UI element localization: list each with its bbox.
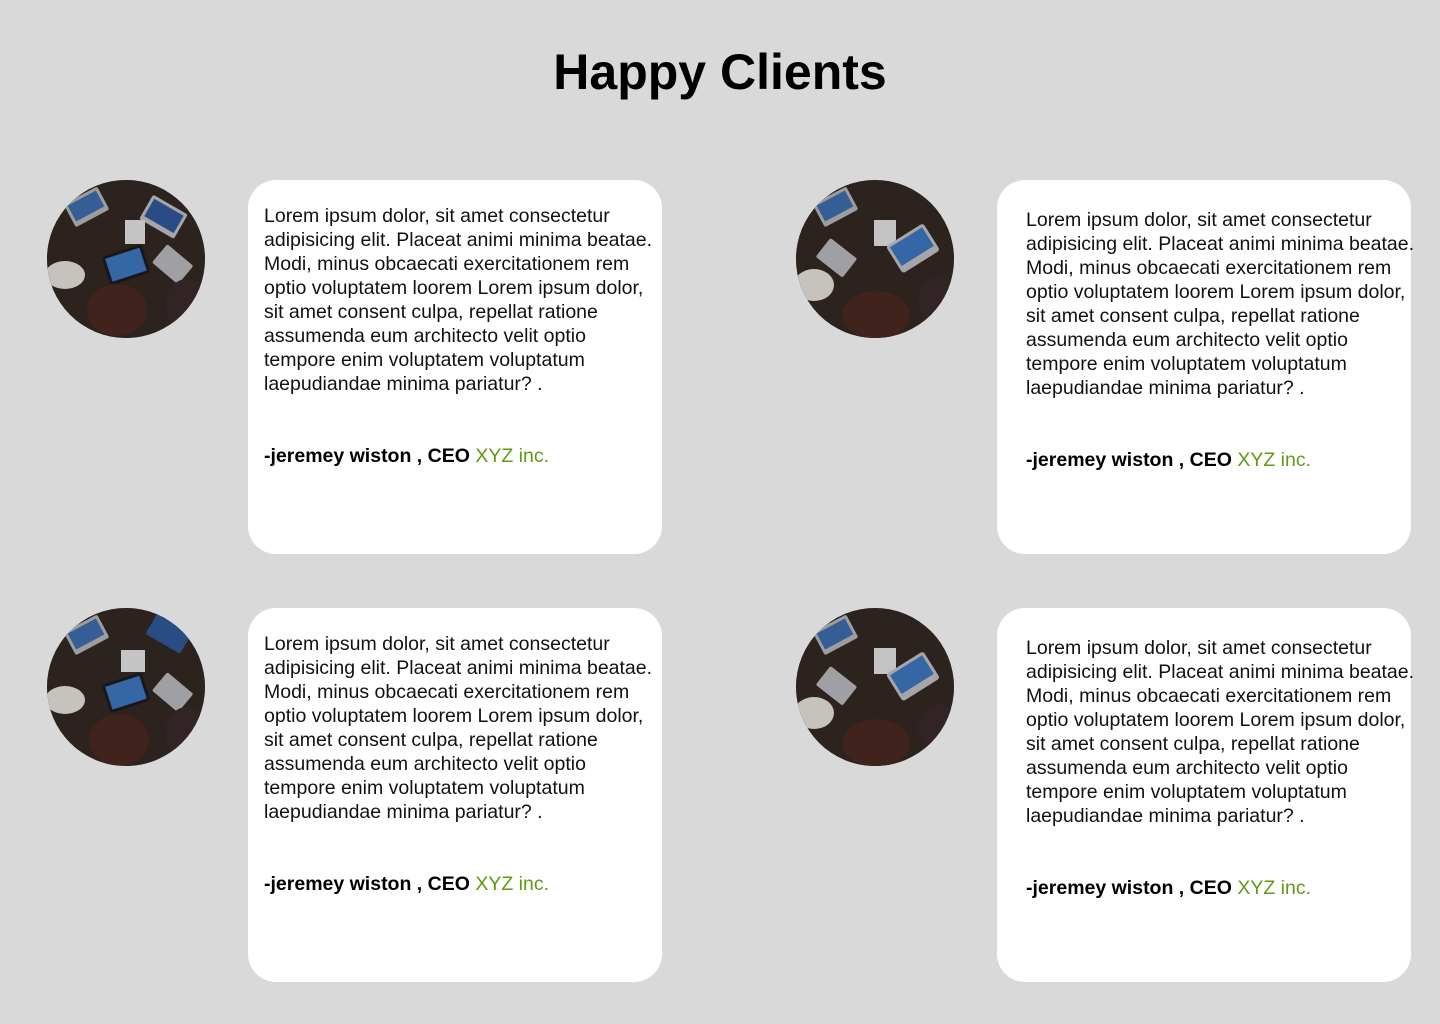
client-avatar [796, 180, 954, 338]
testimonial-card: Lorem ipsum dolor, sit amet consectetur … [248, 608, 662, 982]
testimonial-text: Lorem ipsum dolor, sit amet consectetur … [264, 633, 653, 823]
testimonial-card: Lorem ipsum dolor, sit amet consectetur … [248, 180, 662, 554]
author-company: XYZ inc. [1237, 449, 1312, 471]
client-photo [47, 180, 205, 338]
client-photo [796, 608, 954, 766]
testimonial-card: Lorem ipsum dolor, sit amet consectetur … [997, 608, 1414, 982]
author-company: XYZ inc. [1237, 877, 1312, 899]
client-avatar [796, 608, 954, 766]
author-name: -jeremey wiston , CEO [1026, 877, 1232, 899]
author-company: XYZ inc. [475, 873, 550, 895]
client-photo [796, 180, 954, 338]
testimonial-author-line: -jeremey wiston , CEO XYZ inc. [264, 444, 549, 468]
testimonial-card: Lorem ipsum dolor, sit amet consectetur … [997, 180, 1414, 554]
page-title: Happy Clients [553, 44, 887, 100]
client-photo [47, 608, 205, 766]
author-company: XYZ inc. [475, 445, 550, 467]
testimonial-text: Lorem ipsum dolor, sit amet consectetur … [1026, 209, 1415, 399]
testimonial-text: Lorem ipsum dolor, sit amet consectetur … [1026, 637, 1415, 827]
author-name: -jeremey wiston , CEO [264, 445, 470, 467]
testimonial-author-line: -jeremey wiston , CEO XYZ inc. [1026, 448, 1311, 472]
author-name: -jeremey wiston , CEO [1026, 449, 1232, 471]
testimonial-text: Lorem ipsum dolor, sit amet consectetur … [264, 205, 653, 395]
author-name: -jeremey wiston , CEO [264, 873, 470, 895]
testimonial-author-line: -jeremey wiston , CEO XYZ inc. [264, 872, 549, 896]
testimonial-author-line: -jeremey wiston , CEO XYZ inc. [1026, 876, 1311, 900]
client-avatar [47, 180, 205, 338]
client-avatar [47, 608, 205, 766]
